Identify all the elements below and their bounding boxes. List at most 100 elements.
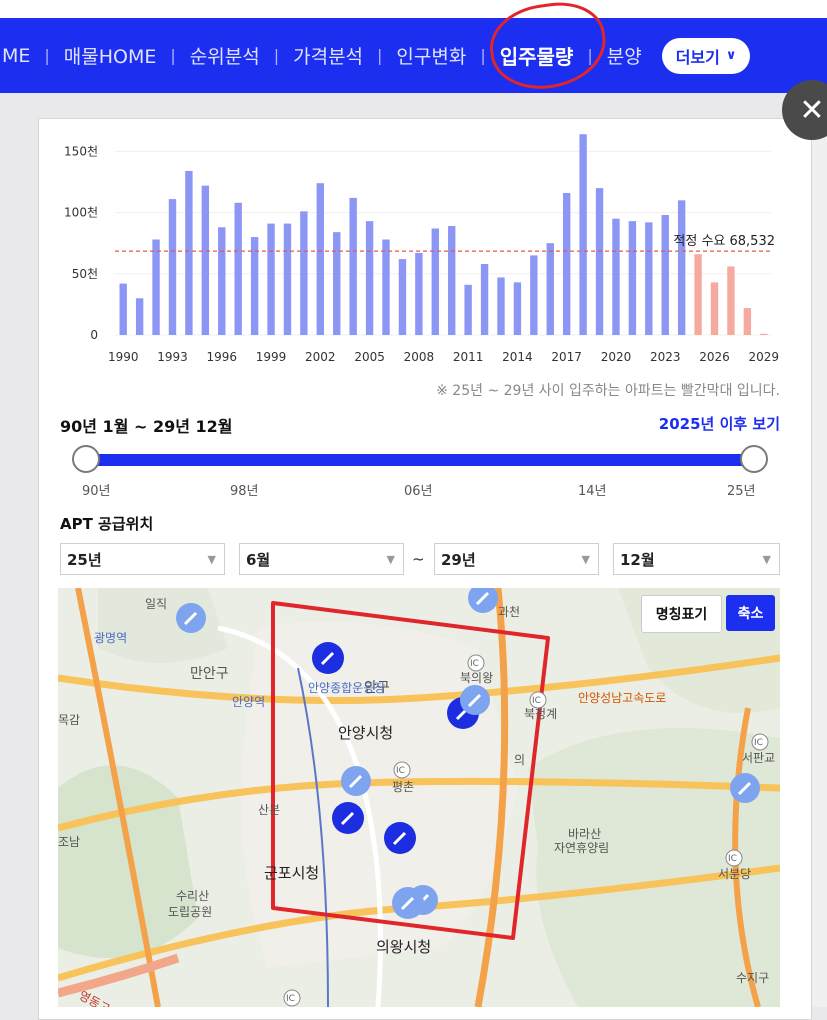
to-month-select[interactable]: 12월 ▼ bbox=[613, 543, 780, 575]
hammer-icon[interactable] bbox=[341, 766, 371, 796]
slider-ticks: 90년 98년 06년 14년 25년 bbox=[60, 480, 780, 499]
slider-handle-start[interactable] bbox=[72, 445, 100, 473]
ic-label: IC bbox=[470, 659, 479, 669]
x-tick-label: 2029 bbox=[749, 350, 780, 364]
hammer-icon[interactable] bbox=[468, 588, 498, 613]
y-tick-label: 50천 bbox=[72, 266, 98, 281]
bar bbox=[562, 192, 571, 335]
bar bbox=[250, 237, 259, 335]
slider-tick: 06년 bbox=[404, 484, 433, 499]
y-tick-label: 100천 bbox=[64, 205, 98, 220]
to-year-select[interactable]: 29년 ▼ bbox=[434, 543, 599, 575]
map-label: 과천 bbox=[498, 604, 520, 619]
y-tick-label: 0 bbox=[90, 328, 98, 342]
map-label: 광명역 bbox=[94, 631, 127, 645]
hammer-icon[interactable] bbox=[392, 887, 424, 919]
bar bbox=[530, 255, 538, 335]
map-label: 수지구 bbox=[736, 971, 769, 985]
bar bbox=[480, 263, 489, 335]
slider-handle-end[interactable] bbox=[740, 445, 768, 473]
bar bbox=[628, 221, 637, 335]
name-toggle-button[interactable]: 명칭표기 bbox=[641, 595, 722, 633]
nav-price[interactable]: 가격분석 bbox=[291, 42, 365, 69]
map-label: 서분당 bbox=[718, 867, 751, 881]
bar bbox=[218, 227, 226, 335]
hammer-icon[interactable] bbox=[312, 642, 344, 674]
period-slider[interactable] bbox=[72, 445, 768, 473]
chevron-down-icon: ∨ bbox=[725, 48, 737, 63]
map-label: 도립공원 bbox=[168, 905, 212, 919]
map-label: 일직 bbox=[145, 597, 167, 611]
from-year-select[interactable]: 25년 ▼ bbox=[60, 543, 225, 575]
range-tilde: ~ bbox=[412, 550, 425, 568]
bar bbox=[382, 239, 390, 335]
slider-tick: 98년 bbox=[230, 484, 259, 499]
ic-label: IC bbox=[286, 994, 295, 1004]
to-month-value: 12월 bbox=[620, 550, 655, 569]
from-month-select[interactable]: 6월 ▼ bbox=[239, 543, 404, 575]
bar bbox=[152, 239, 160, 335]
bar bbox=[448, 226, 456, 335]
map-label: 안양시청 bbox=[338, 724, 393, 742]
move-in-supply-chart: 0 50천 100천 150천적정 수요 68,532 1990 1993 1996 1999… bbox=[64, 134, 780, 364]
nav-home[interactable]: ME bbox=[0, 45, 32, 67]
map-label: 평촌 bbox=[392, 780, 414, 794]
more-button[interactable]: 더보기 ∨ bbox=[661, 37, 751, 74]
bar bbox=[546, 243, 554, 335]
bar bbox=[234, 202, 242, 335]
scrollbar[interactable] bbox=[812, 118, 827, 1007]
map-label: 의 bbox=[514, 753, 525, 767]
supply-location-title: APT 공급위치 bbox=[60, 515, 154, 533]
supply-map[interactable]: 일직 과천 광명역 만안구 안양역 안양종합운동장 안구 북의왕 안양시청 목감… bbox=[58, 588, 780, 1007]
ic-label: IC bbox=[532, 696, 541, 706]
x-tick-label: 2014 bbox=[502, 350, 533, 364]
nav-listing-home[interactable]: 매물HOME bbox=[62, 42, 159, 69]
bar bbox=[760, 333, 768, 335]
map-label: 북의왕 bbox=[460, 671, 493, 685]
bar bbox=[267, 223, 275, 335]
ic-label: IC bbox=[728, 854, 737, 864]
bar bbox=[595, 188, 604, 335]
x-tick-label: 2020 bbox=[601, 350, 632, 364]
bar bbox=[201, 185, 210, 335]
nav-separator: | bbox=[480, 46, 486, 65]
bar bbox=[677, 200, 686, 335]
hammer-icon[interactable] bbox=[384, 822, 416, 854]
dropdown-arrow-icon: ▼ bbox=[762, 553, 771, 566]
map-label: 의왕시청 bbox=[376, 938, 431, 956]
map-label: 자연휴양림 bbox=[554, 841, 609, 855]
nav-ranking[interactable]: 순위분석 bbox=[188, 42, 262, 69]
bar bbox=[415, 252, 423, 335]
after-2025-link[interactable]: 2025년 이후 보기 bbox=[659, 413, 780, 434]
map-label: 조남 bbox=[58, 835, 80, 849]
hammer-icon[interactable] bbox=[176, 603, 206, 633]
bar bbox=[612, 218, 620, 335]
x-tick-label: 1999 bbox=[256, 350, 287, 364]
to-year-value: 29년 bbox=[441, 550, 476, 569]
hammer-icon[interactable] bbox=[332, 802, 364, 834]
x-tick-label: 2011 bbox=[453, 350, 484, 364]
nav-separator: | bbox=[170, 46, 176, 65]
bar bbox=[710, 282, 719, 335]
bar bbox=[513, 282, 522, 335]
map-label: 영동고속도로 bbox=[77, 988, 142, 1007]
hammer-icon[interactable] bbox=[730, 773, 760, 803]
zoom-out-button[interactable]: 축소 bbox=[726, 595, 775, 631]
nav-presale[interactable]: 분양 bbox=[605, 42, 644, 69]
bar bbox=[333, 232, 341, 335]
bar bbox=[579, 134, 587, 335]
slider-track bbox=[86, 454, 754, 466]
x-tick-label: 2017 bbox=[551, 350, 582, 364]
map-canvas[interactable]: 일직 과천 광명역 만안구 안양역 안양종합운동장 안구 북의왕 안양시청 목감… bbox=[58, 588, 780, 1007]
more-label: 더보기 bbox=[675, 47, 720, 67]
nav-population[interactable]: 인구변화 bbox=[394, 42, 468, 69]
slider-tick: 90년 bbox=[82, 484, 111, 499]
nav-separator: | bbox=[44, 46, 50, 65]
map-label: 서판교 bbox=[742, 751, 775, 765]
bar bbox=[743, 308, 752, 335]
from-month-value: 6월 bbox=[246, 550, 271, 569]
x-tick-label: 1990 bbox=[108, 350, 139, 364]
bar bbox=[694, 254, 702, 335]
hammer-icon[interactable] bbox=[460, 685, 490, 715]
bar bbox=[316, 183, 325, 335]
